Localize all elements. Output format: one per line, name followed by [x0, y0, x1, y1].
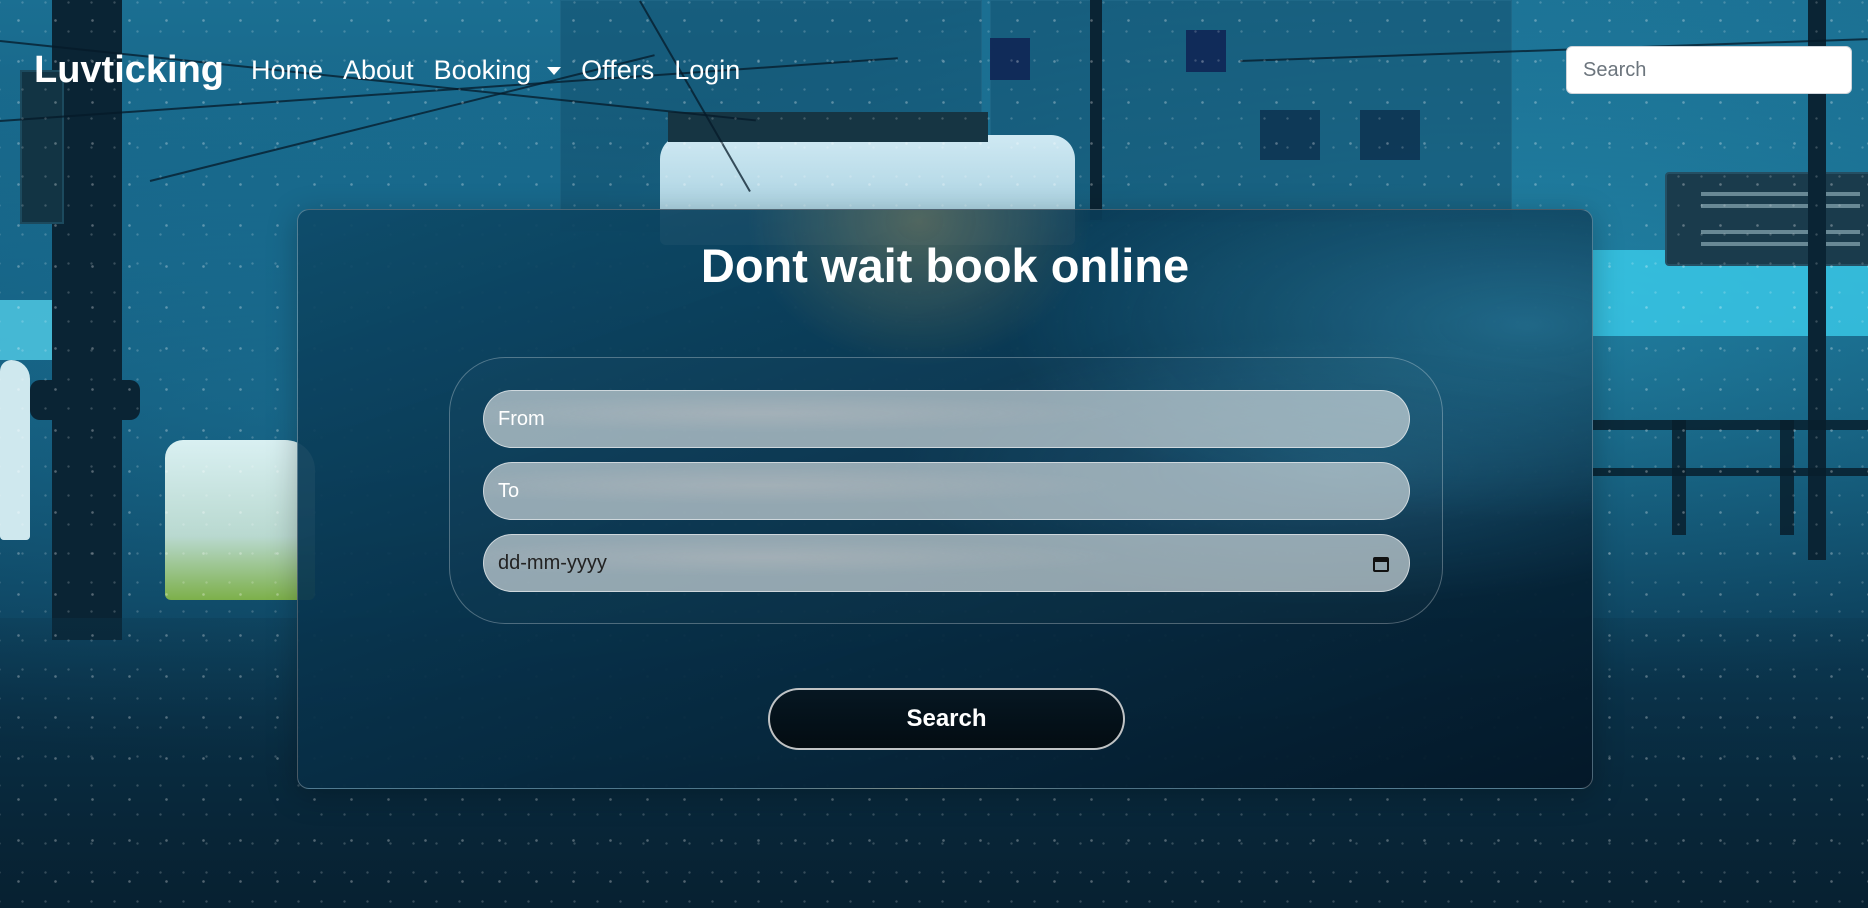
nav-link-booking-dropdown[interactable]: Booking	[434, 52, 572, 88]
from-input[interactable]	[483, 390, 1410, 448]
navbar-search-input[interactable]	[1566, 46, 1852, 94]
navbar: Luvticking Home About Booking Offers Log…	[0, 0, 1868, 140]
nav-links: Home About Booking Offers Login	[251, 52, 760, 88]
brand-logo[interactable]: Luvticking	[34, 48, 224, 92]
booking-card: Dont wait book online dd-mm-yyyy Search	[297, 209, 1593, 789]
booking-fields-group: dd-mm-yyyy	[449, 357, 1443, 624]
nav-link-home[interactable]: Home	[251, 52, 333, 88]
nav-link-offers[interactable]: Offers	[581, 52, 664, 88]
nav-link-booking-label: Booking	[433, 55, 532, 85]
booking-title: Dont wait book online	[700, 239, 1190, 292]
date-input-placeholder: dd-mm-yyyy	[498, 551, 607, 574]
nav-link-about[interactable]: About	[343, 52, 424, 88]
booking-search-button[interactable]: Search	[768, 688, 1125, 750]
nav-link-login[interactable]: Login	[674, 52, 750, 88]
date-input[interactable]: dd-mm-yyyy	[483, 534, 1410, 592]
chevron-down-icon	[547, 67, 562, 75]
page: Luvticking Home About Booking Offers Log…	[0, 0, 1868, 908]
calendar-icon[interactable]	[1373, 555, 1389, 572]
to-input[interactable]	[483, 462, 1410, 520]
